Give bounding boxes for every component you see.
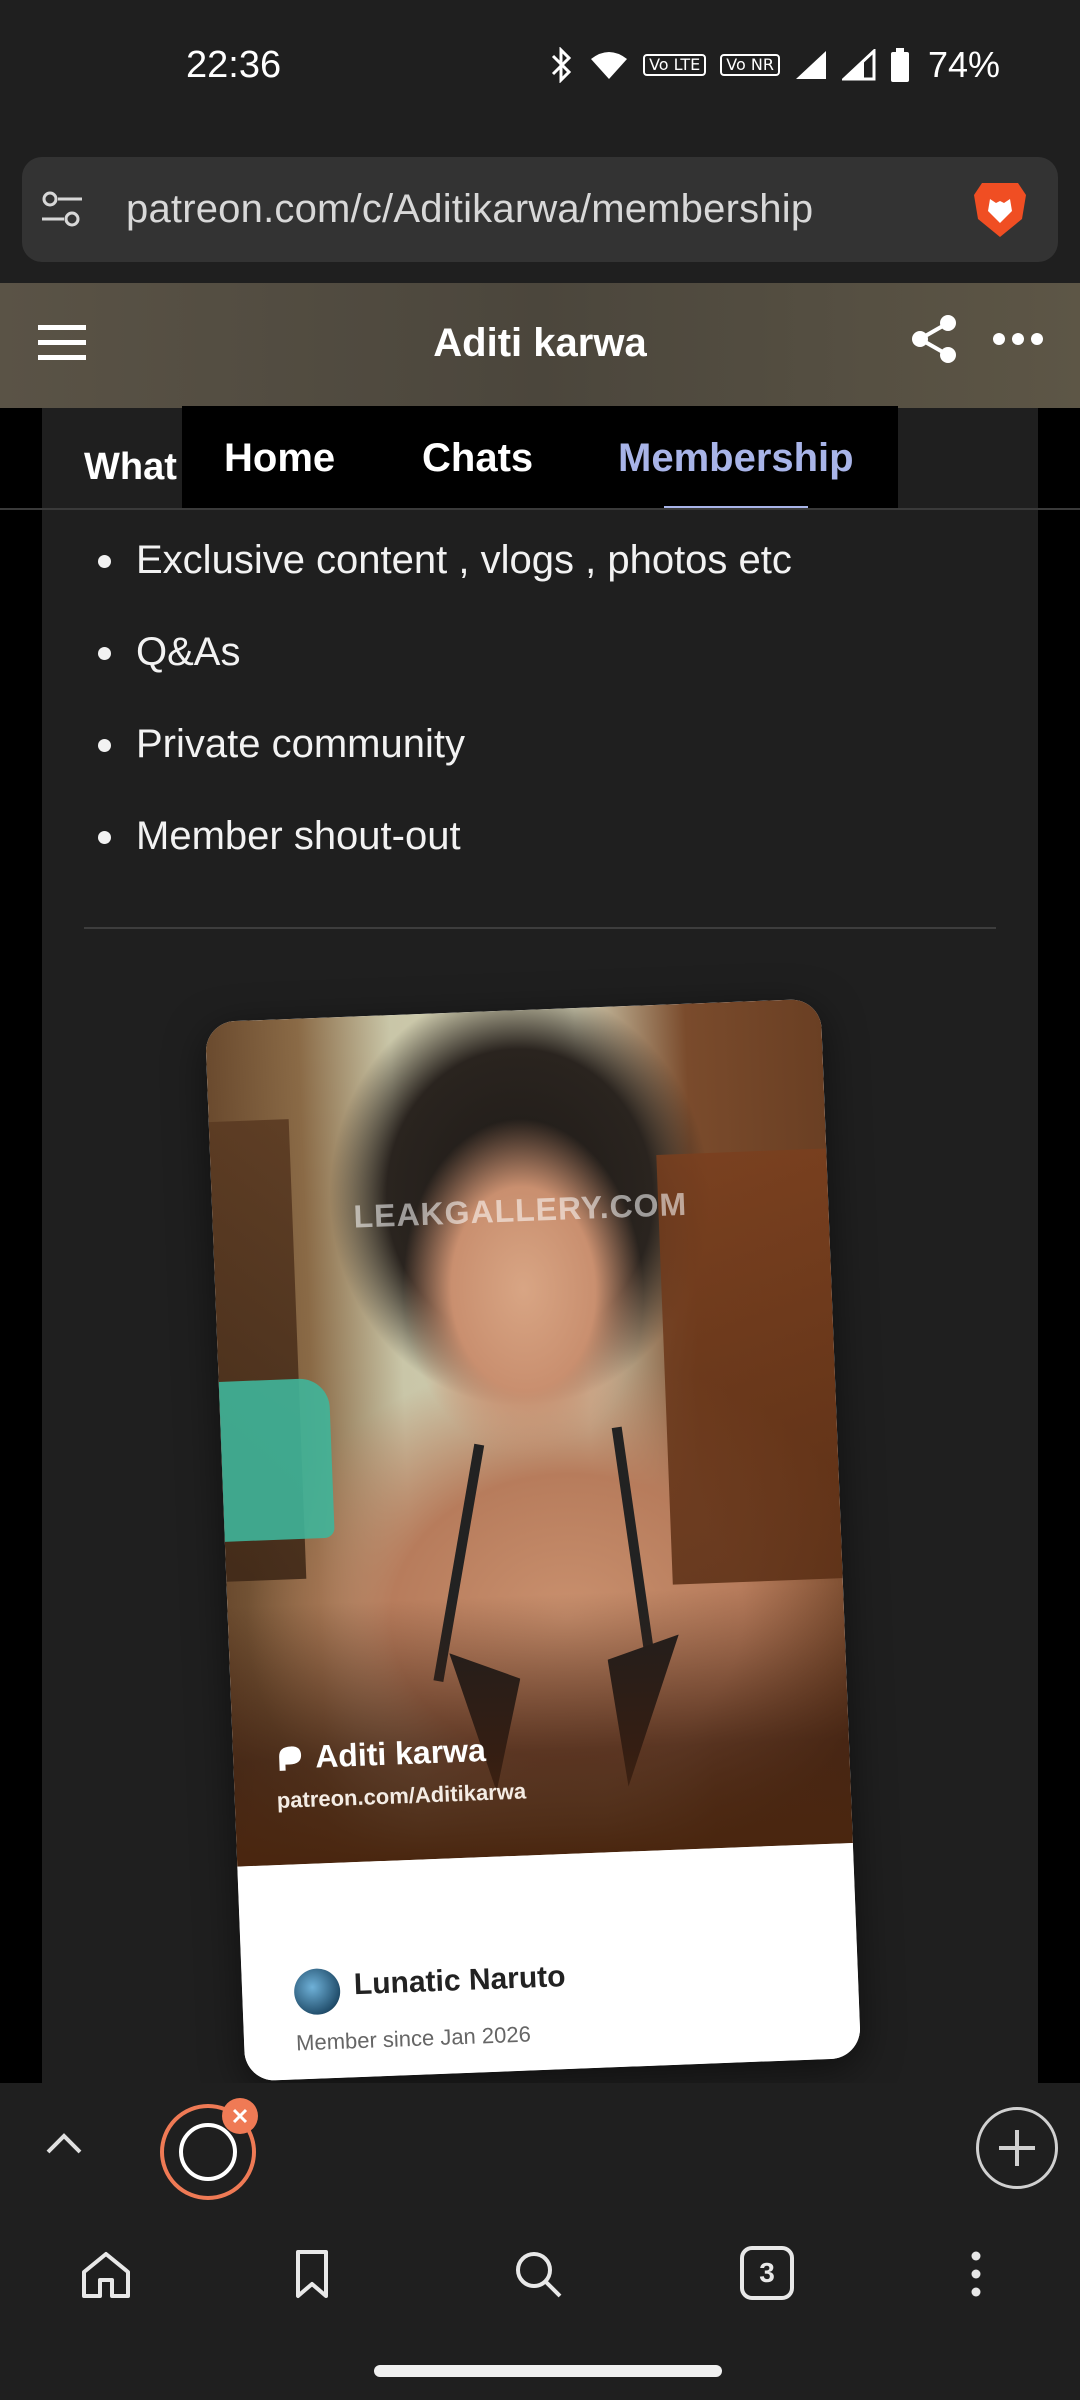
search-icon[interactable]: [510, 2246, 566, 2302]
battery-percent: 74%: [927, 44, 1000, 85]
close-icon[interactable]: [222, 2098, 258, 2134]
section-heading-partial: What: [84, 446, 177, 488]
card-creator-name: Aditi karwa: [314, 1731, 487, 1775]
signal-icon-2: [841, 49, 876, 81]
sim2-badge: Vo NR: [720, 54, 780, 76]
membership-card: LEAKGALLERY.COM Aditi karwa patreon.com/…: [204, 998, 862, 2082]
more-vertical-icon[interactable]: [948, 2246, 1004, 2302]
tab-home[interactable]: Home: [224, 436, 335, 481]
battery-icon: [890, 48, 910, 82]
member-name: Lunatic Naruto: [353, 1960, 567, 2002]
bluetooth-icon: [547, 47, 575, 83]
browser-toolbar: [0, 2083, 1080, 2400]
tabs-divider: [0, 508, 1080, 510]
chevron-up-icon[interactable]: [40, 2120, 88, 2168]
list-item: Q&As: [92, 622, 792, 714]
signal-icon: [794, 49, 828, 81]
new-tab-plus-icon[interactable]: [976, 2107, 1058, 2189]
benefits-list: Exclusive content , vlogs , photos etc Q…: [92, 530, 792, 898]
bookmark-icon[interactable]: [284, 2246, 340, 2302]
url-text[interactable]: patreon.com/c/Aditikarwa/membership: [126, 187, 813, 232]
share-icon[interactable]: [910, 313, 960, 365]
sim1-badge: Vo LTE: [643, 54, 707, 76]
status-bar: 22:36 Vo LTE Vo NR 74%: [0, 0, 1080, 140]
creator-header: Aditi karwa: [0, 283, 1080, 408]
gesture-bar[interactable]: [374, 2365, 722, 2377]
section-divider: [84, 927, 996, 929]
status-icons: Vo LTE Vo NR 74%: [547, 44, 1000, 86]
avatar: [293, 1967, 342, 2016]
brave-lion-icon[interactable]: [968, 177, 1032, 241]
address-bar[interactable]: patreon.com/c/Aditikarwa/membership: [22, 157, 1058, 262]
home-icon[interactable]: [78, 2246, 134, 2302]
list-item: Member shout-out: [92, 806, 792, 898]
tab-membership[interactable]: Membership: [618, 436, 854, 481]
list-item: Exclusive content , vlogs , photos etc: [92, 530, 792, 622]
page-edge-right: [1038, 408, 1080, 2083]
more-icon[interactable]: [992, 331, 1044, 347]
status-time: 22:36: [186, 44, 282, 86]
creator-photo: LEAKGALLERY.COM Aditi karwa patreon.com/…: [204, 998, 853, 1867]
wifi-icon: [589, 49, 629, 81]
patreon-logo-icon: [279, 1745, 302, 1771]
tabs-icon[interactable]: 3: [740, 2246, 794, 2300]
list-item: Private community: [92, 714, 792, 806]
site-settings-icon[interactable]: [38, 185, 86, 233]
tab-bar: Home Chats Membership: [182, 406, 898, 508]
card-member-info: Lunatic Naruto Member since Jan 2026: [237, 1842, 862, 2082]
member-since: Member since Jan 2026: [295, 2021, 532, 2056]
tab-chats[interactable]: Chats: [422, 436, 533, 481]
page-edge-left: [0, 408, 42, 2083]
